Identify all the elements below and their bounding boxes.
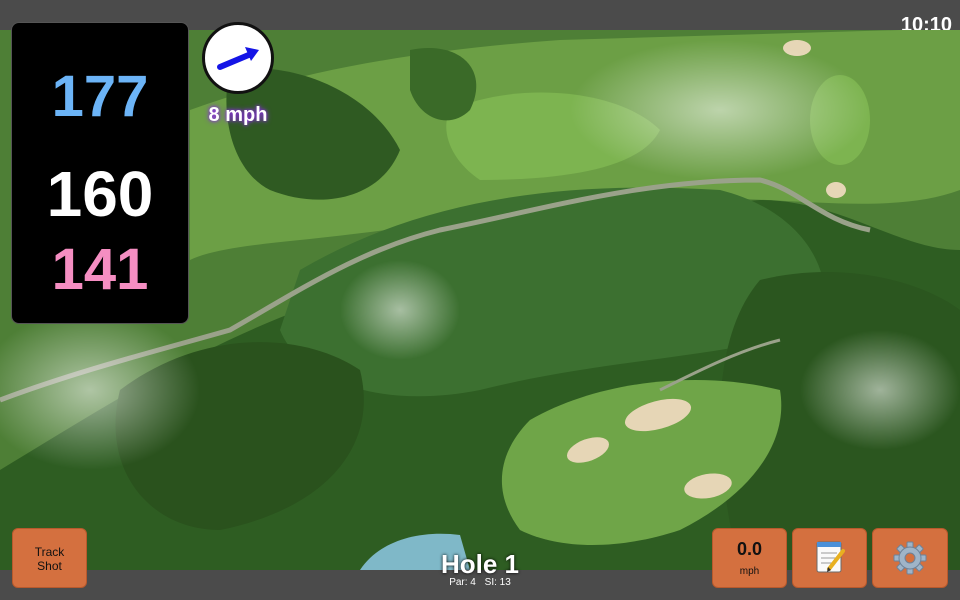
- track-shot-label-line1: Track: [34, 545, 65, 559]
- wind-speed-label: 8 mph: [208, 104, 268, 126]
- track-shot-label-line2: Shot: [37, 559, 62, 573]
- hole-title: Hole 1: [440, 549, 520, 579]
- distance-panel: 177 160 141: [11, 22, 189, 324]
- wind-direction-indicator: [202, 22, 274, 94]
- wind-button-unit: mph: [739, 566, 760, 577]
- hole-info: Par: 4 SI: 13: [380, 577, 580, 589]
- notes-button[interactable]: [792, 528, 867, 588]
- settings-button[interactable]: [872, 528, 948, 588]
- track-shot-button[interactable]: Track Shot: [12, 528, 87, 588]
- back-distance: 177: [51, 64, 149, 129]
- gear-icon: [893, 541, 927, 575]
- front-distance: 141: [51, 237, 149, 302]
- hole-stroke-index: SI: 13: [484, 577, 511, 588]
- hole-par: Par: 4: [449, 577, 476, 588]
- wind-button-value: 0.0: [736, 539, 763, 559]
- notepad-icon: [816, 541, 845, 573]
- middle-distance: 160: [46, 158, 154, 230]
- wind-arrow-icon: [217, 47, 259, 70]
- wind-speed-button[interactable]: 0.0 mph: [712, 528, 787, 588]
